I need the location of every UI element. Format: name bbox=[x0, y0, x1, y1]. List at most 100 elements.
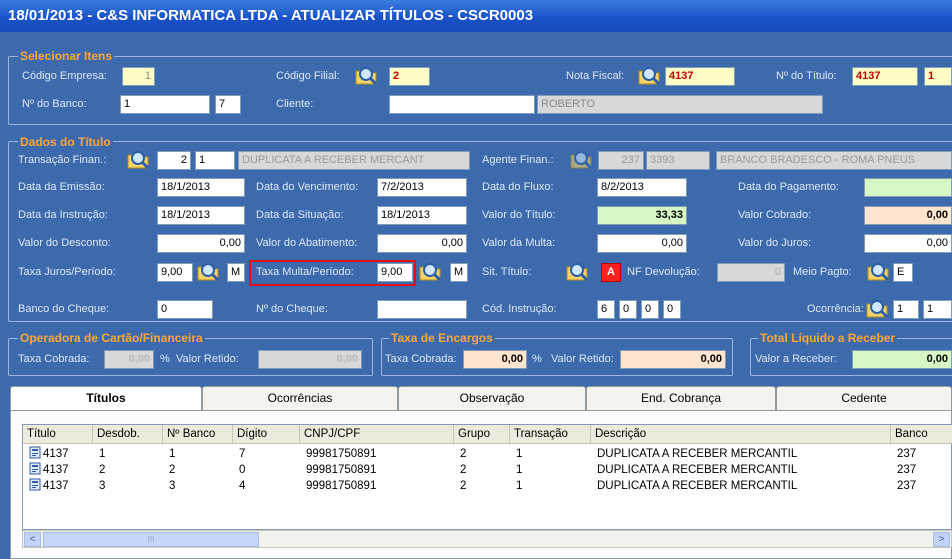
cod-instrucao-label: Cód. Instrução: bbox=[482, 303, 557, 315]
scroll-right-button[interactable]: > bbox=[933, 532, 950, 547]
grid-cell-grupo: 2 bbox=[460, 448, 467, 460]
tab-end-cobranca[interactable]: End. Cobrança bbox=[586, 386, 776, 411]
transacao-lookup-icon[interactable] bbox=[126, 148, 150, 170]
scroll-left-button[interactable]: < bbox=[24, 532, 41, 547]
juros-field[interactable]: 0,00 bbox=[864, 234, 952, 253]
column-header-transacao[interactable]: Transação bbox=[510, 425, 591, 444]
grid-cell-desdob: 2 bbox=[99, 464, 106, 476]
instrucao-field[interactable]: 18/1/2013 bbox=[157, 206, 245, 225]
ocorrencia-label: Ocorrência: bbox=[807, 303, 864, 315]
cod-instrucao-1-field[interactable]: 6 bbox=[597, 300, 615, 319]
emissao-field[interactable]: 18/1/2013 bbox=[157, 178, 245, 197]
column-header-cnpj-cpf[interactable]: CNPJ/CPF bbox=[300, 425, 454, 444]
document-icon bbox=[29, 478, 42, 491]
multa-field[interactable]: 0,00 bbox=[597, 234, 687, 253]
banco-digito-field[interactable]: 7 bbox=[215, 95, 241, 114]
operadora-taxa-field: 0,00 bbox=[104, 350, 154, 369]
sit-titulo-lookup-icon[interactable] bbox=[565, 260, 589, 282]
grid-cell-digito: 0 bbox=[239, 464, 246, 476]
grid-cell-numero-banco: 2 bbox=[169, 464, 176, 476]
taxa-juros-periodo-field[interactable]: M bbox=[227, 263, 245, 282]
situacao-field[interactable]: 18/1/2013 bbox=[377, 206, 467, 225]
nota-fiscal-field[interactable]: 4137 bbox=[665, 67, 735, 86]
encargos-retido-field[interactable]: 0,00 bbox=[620, 350, 726, 369]
sit-titulo-badge[interactable]: A bbox=[601, 263, 621, 282]
valor-cobrado-label: Valor Cobrado: bbox=[738, 209, 812, 221]
column-header-titulo[interactable]: Título bbox=[23, 425, 93, 444]
agente-lookup-icon[interactable] bbox=[569, 148, 593, 170]
numero-titulo-seq-field[interactable]: 1 bbox=[924, 67, 952, 86]
tab-cedente[interactable]: Cedente bbox=[776, 386, 952, 411]
grid-cell-desdob: 3 bbox=[99, 480, 106, 492]
scroll-thumb[interactable]: III bbox=[43, 532, 259, 547]
total-field[interactable]: 0,00 bbox=[852, 350, 952, 369]
taxa-multa-periodo-field[interactable]: M bbox=[450, 263, 468, 282]
encargos-pct: % bbox=[532, 353, 542, 365]
taxa-multa-field[interactable]: 9,00 bbox=[377, 263, 413, 282]
cod-instrucao-2-field[interactable]: 0 bbox=[619, 300, 637, 319]
banco-field[interactable]: 1 bbox=[120, 95, 210, 114]
codigo-filial-lookup-icon[interactable] bbox=[354, 64, 378, 86]
ocorrencia-2-field[interactable]: 1 bbox=[923, 300, 952, 319]
grid-cell-transacao: 1 bbox=[516, 480, 523, 492]
taxa-multa-lookup-icon[interactable] bbox=[418, 260, 442, 282]
agente-desc-field: BRANCO BRADESCO - ROMA PNEUS bbox=[716, 151, 952, 170]
operadora-pct: % bbox=[160, 353, 170, 365]
vencimento-field[interactable]: 7/2/2013 bbox=[377, 178, 467, 197]
ocorrencia-lookup-icon[interactable] bbox=[865, 297, 889, 319]
column-header-descricao[interactable]: Descrição bbox=[591, 425, 891, 444]
tab-ocorrencias[interactable]: Ocorrências bbox=[202, 386, 398, 411]
banco-cheque-label: Banco do Cheque: bbox=[18, 303, 110, 315]
taxa-juros-field[interactable]: 9,00 bbox=[157, 263, 193, 282]
operadora-taxa-label: Taxa Cobrada: bbox=[18, 353, 90, 365]
ocorrencia-1-field[interactable]: 1 bbox=[893, 300, 919, 319]
pagamento-field[interactable] bbox=[864, 178, 952, 197]
numero-titulo-field[interactable]: 4137 bbox=[852, 67, 918, 86]
tab-observacao[interactable]: Observação bbox=[398, 386, 586, 411]
dados-title: Dados do Título bbox=[18, 135, 113, 149]
taxa-juros-lookup-icon[interactable] bbox=[196, 260, 220, 282]
grid-cell-banco: 237 bbox=[897, 464, 917, 476]
meio-pagto-lookup-icon[interactable] bbox=[866, 260, 890, 282]
grid-cell: 4137 bbox=[25, 446, 93, 462]
taxa-multa-label: Taxa Multa/Período: bbox=[256, 266, 354, 278]
pagamento-label: Data do Pagamento: bbox=[738, 181, 839, 193]
table-row[interactable]: 4137 3 3 4 99981750891 2 1 DUPLICATA A R… bbox=[23, 478, 952, 494]
abatimento-field[interactable]: 0,00 bbox=[377, 234, 467, 253]
column-header-digito[interactable]: Dígito bbox=[233, 425, 300, 444]
codigo-filial-field[interactable]: 2 bbox=[389, 67, 430, 86]
horizontal-scrollbar[interactable]: < III > bbox=[22, 530, 952, 548]
transacao-1-field[interactable]: 2 bbox=[157, 151, 191, 170]
cod-instrucao-4-field[interactable]: 0 bbox=[663, 300, 681, 319]
fluxo-field[interactable]: 8/2/2013 bbox=[597, 178, 687, 197]
encargos-title: Taxa de Encargos bbox=[389, 331, 495, 345]
column-header-numero-banco[interactable]: Nº Banco bbox=[163, 425, 233, 444]
document-icon bbox=[29, 446, 42, 459]
table-row[interactable]: 4137 2 2 0 99981750891 2 1 DUPLICATA A R… bbox=[23, 462, 952, 478]
codigo-empresa-field[interactable]: 1 bbox=[122, 67, 155, 86]
column-header-banco[interactable]: Banco bbox=[891, 425, 952, 444]
num-cheque-field[interactable] bbox=[377, 300, 467, 319]
multa-label: Valor da Multa: bbox=[482, 237, 556, 249]
cliente-codigo-field[interactable] bbox=[389, 95, 535, 114]
nota-fiscal-lookup-icon[interactable] bbox=[637, 64, 661, 86]
valor-cobrado-field[interactable]: 0,00 bbox=[864, 206, 952, 225]
column-header-desdob[interactable]: Desdob. bbox=[93, 425, 163, 444]
nota-fiscal-label: Nota Fiscal: bbox=[566, 70, 625, 82]
cod-instrucao-3-field[interactable]: 0 bbox=[641, 300, 659, 319]
grid-cell-numero-banco: 1 bbox=[169, 448, 176, 460]
encargos-taxa-field[interactable]: 0,00 bbox=[463, 350, 527, 369]
nf-devolucao-field: 0 bbox=[717, 263, 785, 282]
meio-pagto-field[interactable]: E bbox=[893, 263, 913, 282]
desconto-field[interactable]: 0,00 bbox=[157, 234, 245, 253]
grid-cell-numero-banco: 3 bbox=[169, 480, 176, 492]
banco-cheque-field[interactable]: 0 bbox=[157, 300, 213, 319]
transacao-label: Transação Finan.: bbox=[18, 154, 107, 166]
tab-titulos[interactable]: Títulos bbox=[10, 386, 202, 412]
valor-titulo-field[interactable]: 33,33 bbox=[597, 206, 687, 225]
transacao-2-field[interactable]: 1 bbox=[195, 151, 235, 170]
fluxo-label: Data do Fluxo: bbox=[482, 181, 554, 193]
emissao-label: Data da Emissão: bbox=[18, 181, 105, 193]
table-row[interactable]: 4137 1 1 7 99981750891 2 1 DUPLICATA A R… bbox=[23, 446, 952, 462]
column-header-grupo[interactable]: Grupo bbox=[454, 425, 510, 444]
